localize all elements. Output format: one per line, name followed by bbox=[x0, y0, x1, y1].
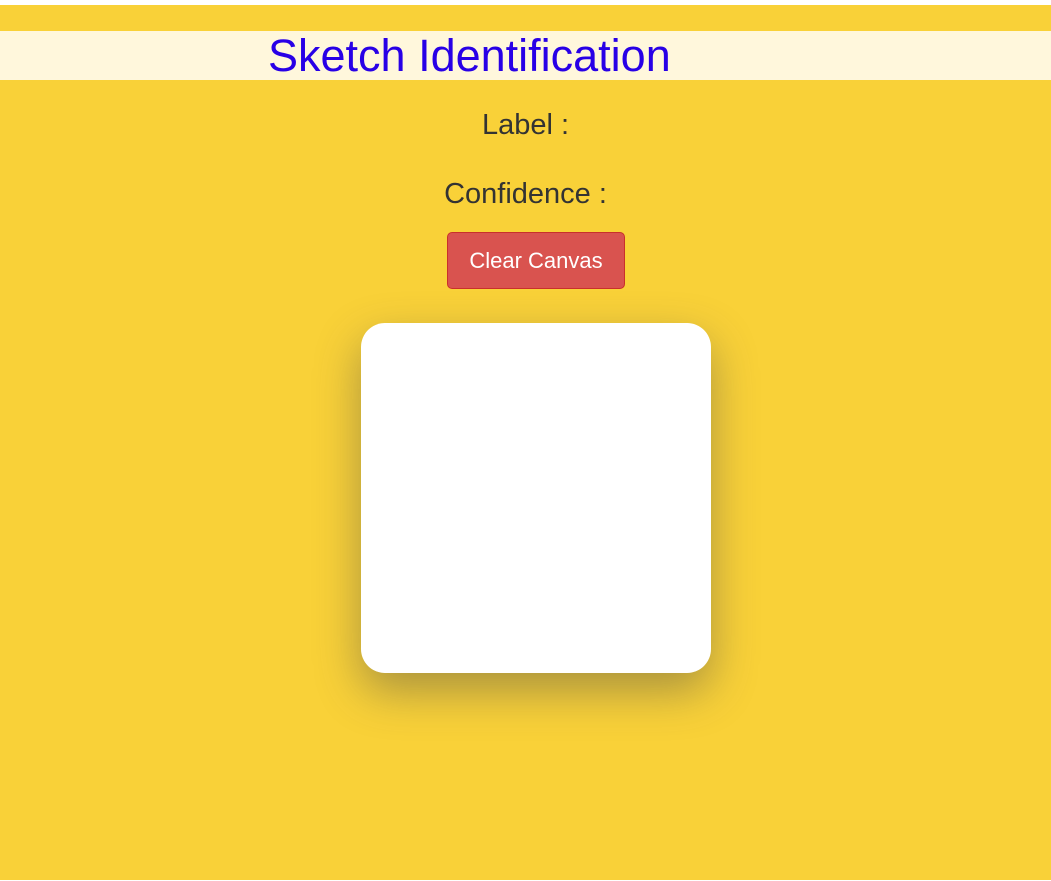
drawing-canvas[interactable] bbox=[367, 329, 705, 667]
canvas-container bbox=[361, 323, 711, 673]
clear-canvas-button[interactable]: Clear Canvas bbox=[447, 232, 625, 289]
confidence-result: Confidence : bbox=[444, 178, 607, 210]
page-title: Sketch Identification bbox=[268, 30, 671, 81]
page-background: Sketch Identification Label : Confidence… bbox=[0, 5, 1051, 880]
label-result: Label : bbox=[481, 109, 570, 141]
title-bar: Sketch Identification bbox=[0, 31, 1051, 80]
